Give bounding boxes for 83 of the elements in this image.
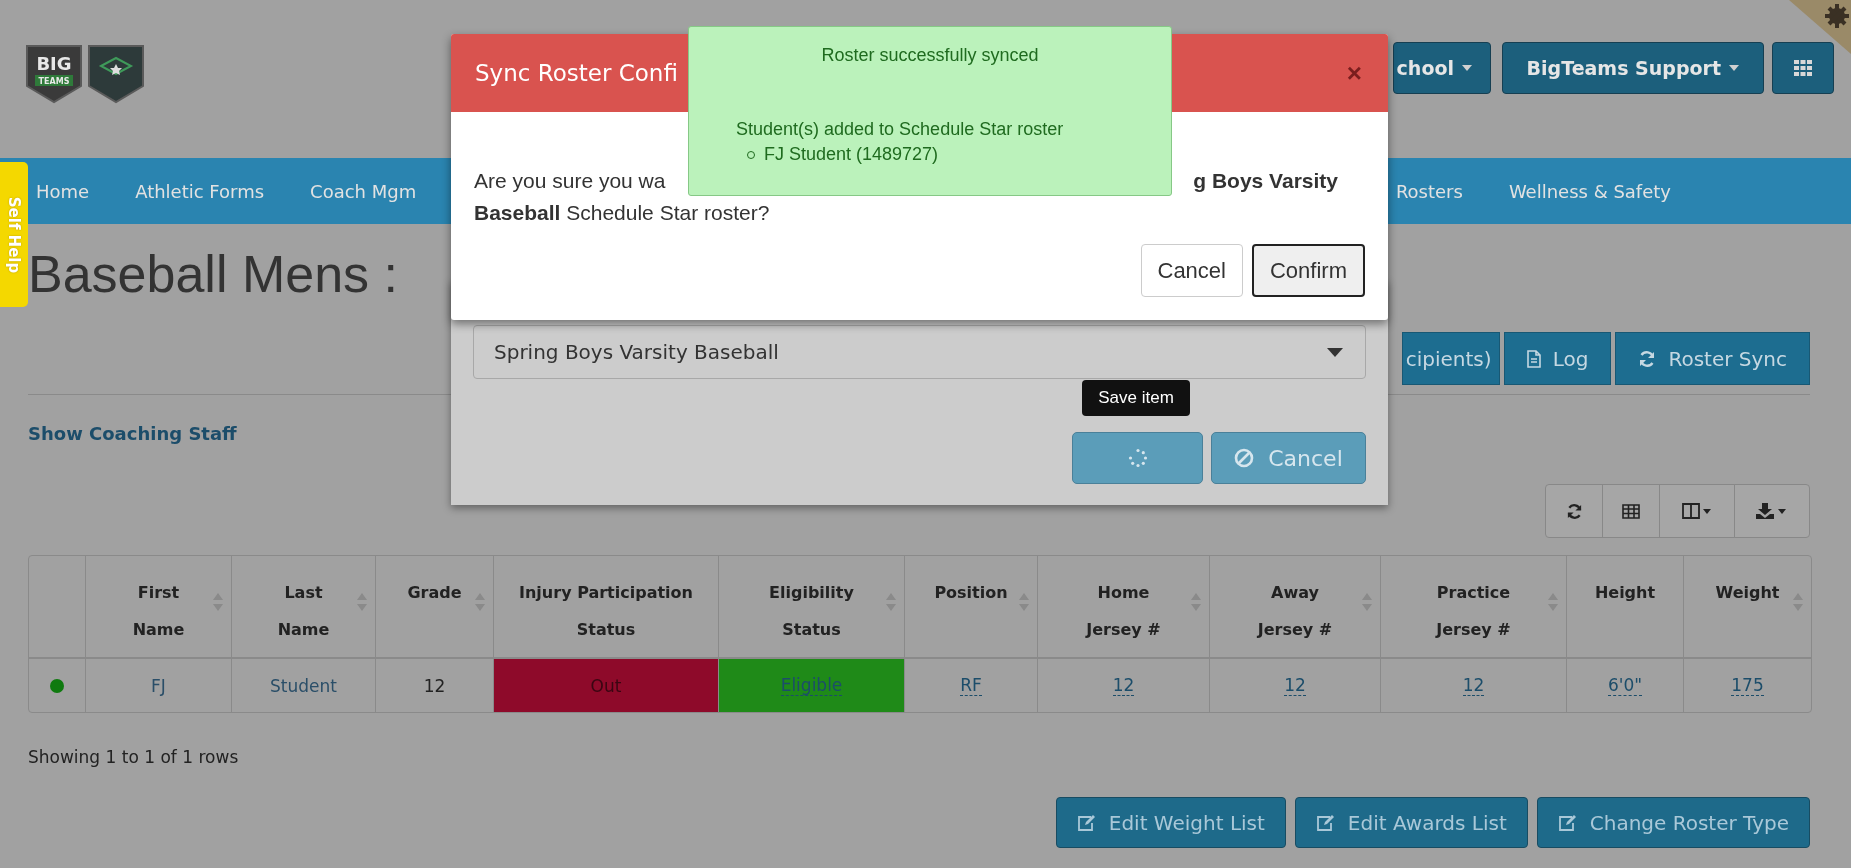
table-view-button[interactable] bbox=[1602, 484, 1660, 538]
table-cell: 12 bbox=[423, 675, 446, 696]
table-icon bbox=[1622, 503, 1640, 519]
nav-item[interactable]: Rosters bbox=[1395, 180, 1463, 202]
page-title: Baseball Mens : bbox=[28, 244, 398, 305]
dialog-text: g Boys Varsity bbox=[1193, 168, 1338, 194]
table-cell[interactable]: Out bbox=[590, 675, 622, 696]
caret-icon bbox=[1327, 347, 1343, 357]
table-cell[interactable]: 12 bbox=[1112, 675, 1135, 696]
edit-button[interactable]: Edit Awards List bbox=[1294, 797, 1528, 848]
column-header[interactable]: Away Jersey # bbox=[1247, 574, 1343, 648]
refresh-icon bbox=[1565, 502, 1583, 520]
ban-icon bbox=[1234, 448, 1255, 468]
column-header[interactable]: Last Name bbox=[268, 574, 339, 648]
download-icon bbox=[1756, 503, 1788, 519]
pagination-summary: Showing 1 to 1 of 1 rows bbox=[28, 747, 240, 767]
sort-icon[interactable] bbox=[213, 592, 223, 612]
table-cell[interactable]: 12 bbox=[1284, 675, 1306, 696]
column-header[interactable]: Injury Participation Status bbox=[508, 574, 704, 648]
dialog-button[interactable]: Confirm bbox=[1252, 244, 1365, 297]
sort-icon[interactable] bbox=[1548, 592, 1558, 612]
document-icon bbox=[1526, 349, 1541, 368]
column-header[interactable]: Grade bbox=[407, 574, 462, 611]
sort-icon[interactable] bbox=[1019, 592, 1029, 612]
sort-icon[interactable] bbox=[1362, 592, 1372, 612]
toast-item: FJ Student (1489727) bbox=[764, 144, 939, 165]
nav-item[interactable]: Athletic Forms bbox=[135, 180, 265, 202]
roster-select[interactable]: Spring Boys Varsity Baseball bbox=[473, 325, 1366, 379]
edit-icon bbox=[1315, 813, 1336, 832]
action-button[interactable]: Log bbox=[1503, 332, 1612, 385]
spinner-icon bbox=[1127, 448, 1148, 468]
nav-item[interactable]: Coach Mgm bbox=[310, 180, 417, 202]
table-cell[interactable]: 175 bbox=[1731, 675, 1764, 696]
sort-icon[interactable] bbox=[1793, 592, 1803, 612]
edit-icon bbox=[1076, 813, 1097, 832]
close-button[interactable]: × bbox=[1342, 57, 1366, 89]
action-button[interactable]: Roster Sync bbox=[1615, 332, 1810, 385]
sort-icon[interactable] bbox=[357, 592, 367, 612]
grid-icon bbox=[1794, 60, 1812, 76]
action-button[interactable]: cipients) bbox=[1401, 332, 1500, 385]
save-button[interactable] bbox=[1072, 432, 1203, 484]
table-cell[interactable]: FJ bbox=[151, 675, 166, 696]
column-header[interactable]: Weight bbox=[1715, 574, 1780, 611]
sync-icon bbox=[1638, 349, 1657, 368]
table-cell[interactable]: RF bbox=[960, 675, 982, 696]
column-header[interactable]: Home Jersey # bbox=[1075, 574, 1172, 648]
sort-icon[interactable] bbox=[1191, 592, 1201, 612]
export-button[interactable] bbox=[1734, 484, 1810, 538]
dialog-text: Baseball Schedule Star roster? bbox=[474, 201, 770, 224]
menu-button[interactable]: chool bbox=[1392, 42, 1491, 94]
column-header[interactable]: Height bbox=[1594, 574, 1656, 611]
column-header[interactable]: Practice Jersey # bbox=[1425, 574, 1522, 648]
dialog-text: Are you sure you wa bbox=[474, 168, 666, 194]
refresh-button[interactable] bbox=[1545, 484, 1603, 538]
nav-item[interactable]: Home bbox=[36, 180, 90, 202]
columns-button[interactable] bbox=[1659, 484, 1735, 538]
tooltip: Save item bbox=[1082, 380, 1190, 416]
apps-button[interactable] bbox=[1772, 42, 1834, 94]
table-cell[interactable]: 12 bbox=[1462, 675, 1485, 696]
edit-icon bbox=[1557, 813, 1578, 832]
table-cell[interactable]: 6'0" bbox=[1607, 675, 1643, 696]
caret-icon bbox=[1729, 65, 1739, 71]
logo: BIG TEAMS bbox=[25, 42, 147, 104]
toast-title: Roster successfully synced bbox=[820, 45, 1040, 66]
table-cell[interactable]: Eligible bbox=[780, 675, 843, 696]
cancel-button[interactable]: Cancel bbox=[1211, 432, 1366, 484]
settings-icon[interactable] bbox=[1789, 0, 1851, 54]
sort-icon[interactable] bbox=[886, 592, 896, 612]
edit-button[interactable]: Change Roster Type bbox=[1536, 797, 1810, 848]
columns-icon bbox=[1682, 503, 1712, 519]
toast-message: Student(s) added to Schedule Star roster bbox=[736, 119, 1065, 140]
dialog-button[interactable]: Cancel bbox=[1140, 244, 1243, 297]
edit-button[interactable]: Edit Weight List bbox=[1055, 797, 1286, 848]
nav-item[interactable]: Wellness & Safety bbox=[1508, 180, 1671, 202]
caret-icon bbox=[1462, 65, 1473, 71]
column-header[interactable]: First Name bbox=[123, 574, 194, 648]
sort-icon[interactable] bbox=[475, 592, 485, 612]
dialog-title: Sync Roster Confi bbox=[475, 60, 678, 86]
menu-button[interactable]: BigTeams Support bbox=[1501, 42, 1764, 94]
column-header[interactable]: Eligibility Status bbox=[754, 574, 869, 648]
table-cell[interactable]: Student bbox=[270, 675, 337, 696]
show-coaching-staff-link[interactable]: Show Coaching Staff bbox=[28, 423, 237, 444]
column-header[interactable]: Position bbox=[934, 574, 1008, 611]
